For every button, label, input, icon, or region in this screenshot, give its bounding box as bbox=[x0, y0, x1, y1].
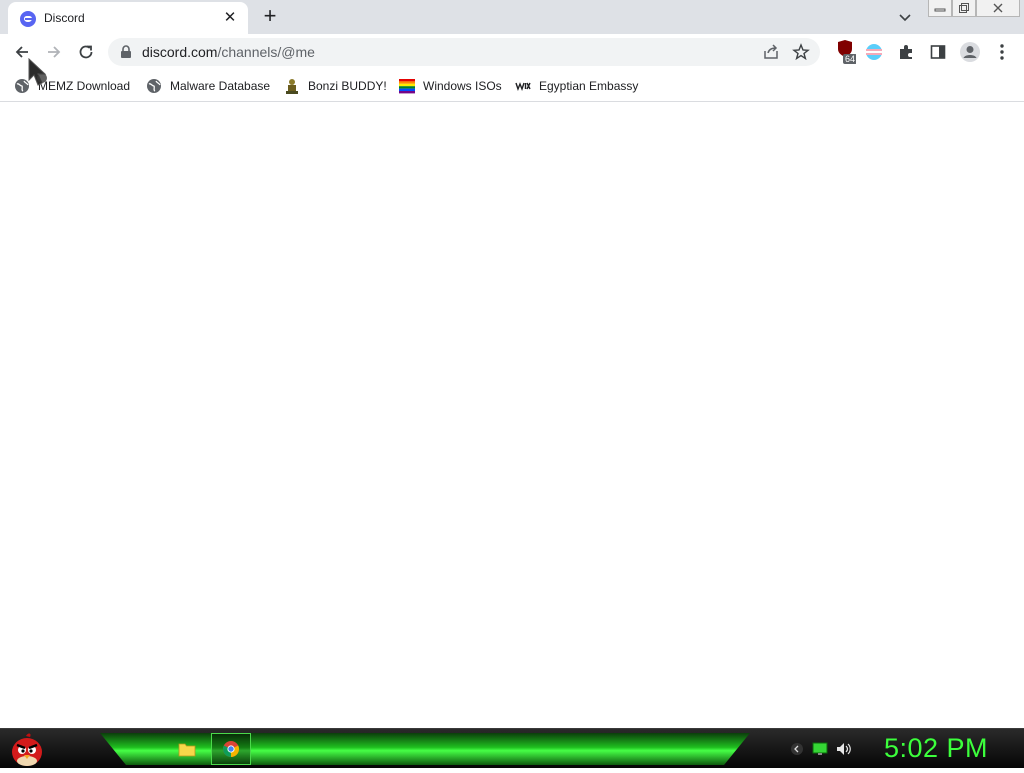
chrome-icon bbox=[222, 741, 240, 757]
globe-icon bbox=[146, 78, 162, 94]
bookmark-label: Windows ISOs bbox=[423, 79, 502, 93]
bookmarks-bar: MEMZ Download Malware Database Bonzi BUD… bbox=[0, 70, 1024, 102]
close-icon bbox=[993, 3, 1003, 13]
taskbar-chrome[interactable] bbox=[211, 733, 251, 765]
taskbar-clock[interactable]: 5:02 PM bbox=[884, 733, 988, 764]
extension-badge: 64 bbox=[845, 54, 855, 64]
wix-icon bbox=[515, 78, 531, 94]
address-bar[interactable]: discord.com/channels/@me bbox=[108, 38, 820, 66]
tab-close-button[interactable]: ✕ bbox=[220, 8, 240, 28]
kebab-menu-icon bbox=[1000, 44, 1004, 60]
share-icon[interactable] bbox=[762, 43, 780, 61]
menu-button[interactable] bbox=[987, 37, 1017, 67]
pride-extension-button[interactable] bbox=[859, 37, 889, 67]
tab-discord[interactable]: Discord ✕ bbox=[8, 2, 248, 34]
bookmark-star-icon[interactable] bbox=[792, 43, 810, 61]
bookmark-label: Egyptian Embassy bbox=[539, 79, 639, 93]
bookmark-bonzi-buddy[interactable]: Bonzi BUDDY! bbox=[284, 76, 387, 96]
extensions-button[interactable] bbox=[891, 37, 921, 67]
rainbow-flag-icon bbox=[399, 78, 415, 94]
profile-button[interactable] bbox=[955, 37, 985, 67]
trans-flag-icon bbox=[866, 44, 882, 60]
folder-icon bbox=[178, 743, 196, 757]
bookmark-egyptian-embassy[interactable]: Egyptian Embassy bbox=[515, 76, 638, 96]
minimize-button[interactable] bbox=[928, 0, 952, 17]
tab-strip: Discord ✕ + bbox=[0, 0, 1024, 34]
browser-toolbar: discord.com/channels/@me 64 bbox=[0, 34, 1024, 70]
side-panel-button[interactable] bbox=[923, 37, 953, 67]
new-tab-button[interactable]: + bbox=[259, 5, 281, 28]
reload-button[interactable] bbox=[71, 37, 101, 67]
start-button[interactable] bbox=[8, 730, 46, 768]
restore-icon bbox=[959, 3, 969, 13]
url-path: /channels/@me bbox=[217, 44, 315, 60]
chevron-down-icon bbox=[899, 14, 911, 22]
mouse-cursor-icon bbox=[28, 58, 47, 86]
page-content bbox=[0, 103, 1024, 728]
avatar-icon bbox=[960, 42, 980, 62]
tab-title: Discord bbox=[44, 11, 85, 25]
url-domain: discord.com bbox=[142, 44, 218, 60]
taskbar bbox=[0, 728, 1024, 768]
minimize-icon bbox=[934, 8, 946, 12]
bookmark-malware-database[interactable]: Malware Database bbox=[146, 76, 270, 96]
bookmark-label: Bonzi BUDDY! bbox=[308, 79, 387, 93]
network-icon[interactable] bbox=[812, 742, 828, 756]
window-controls bbox=[928, 0, 1020, 17]
side-panel-icon bbox=[930, 45, 946, 59]
ublock-extension-button[interactable]: 64 bbox=[830, 37, 860, 67]
tab-search-button[interactable] bbox=[895, 7, 915, 27]
lock-icon bbox=[121, 45, 131, 58]
tray-chevron-icon[interactable] bbox=[790, 742, 804, 756]
reload-icon bbox=[79, 45, 93, 59]
discord-icon bbox=[20, 11, 36, 27]
angry-bird-icon bbox=[12, 733, 42, 766]
bonzi-icon bbox=[284, 78, 300, 94]
close-window-button[interactable] bbox=[976, 0, 1020, 17]
bookmark-label: Malware Database bbox=[170, 79, 271, 93]
shield-icon: 64 bbox=[838, 40, 856, 64]
url-text: discord.com/channels/@me bbox=[142, 44, 315, 60]
system-tray bbox=[790, 738, 852, 760]
bookmark-windows-isos[interactable]: Windows ISOs bbox=[399, 76, 502, 96]
volume-icon[interactable] bbox=[836, 742, 852, 756]
taskbar-file-explorer[interactable] bbox=[167, 733, 207, 765]
puzzle-icon bbox=[900, 45, 912, 59]
maximize-button[interactable] bbox=[952, 0, 976, 17]
